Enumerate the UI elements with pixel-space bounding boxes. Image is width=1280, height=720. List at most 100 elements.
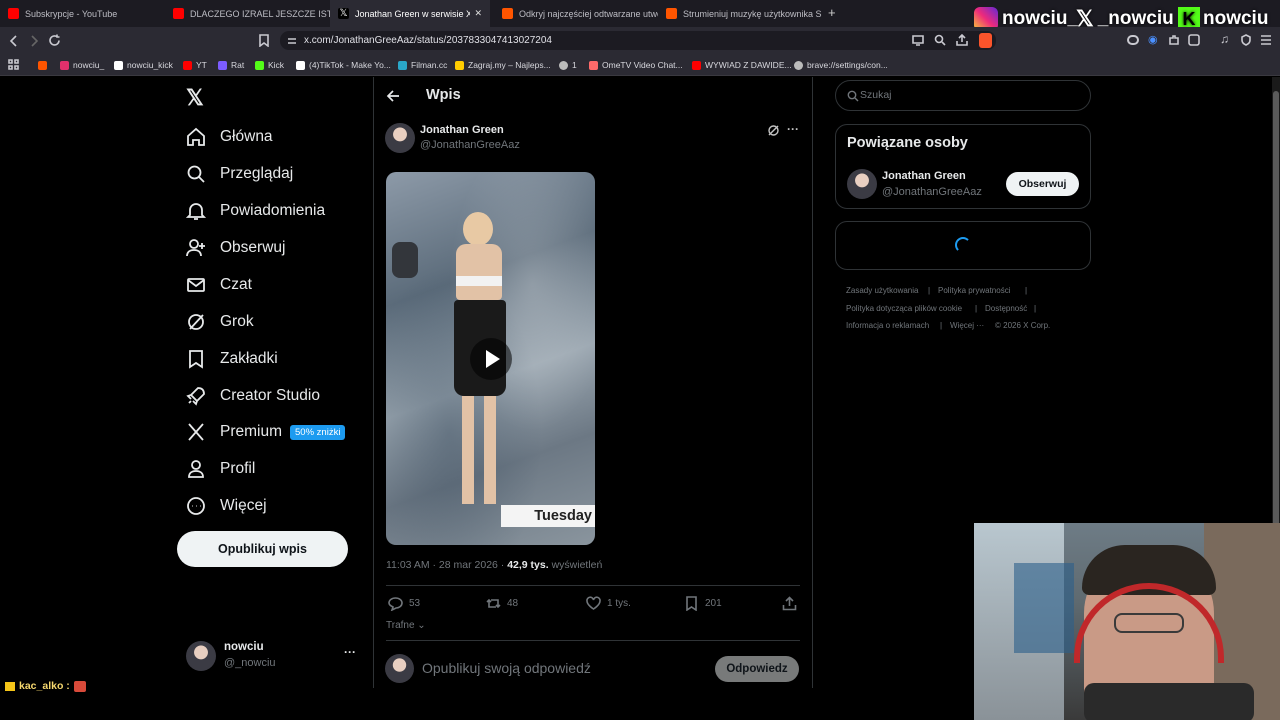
author-avatar[interactable] (385, 123, 415, 153)
divider (386, 640, 800, 641)
footer-link-accessibility[interactable]: Dostępność (985, 304, 1027, 313)
repost-action[interactable]: 48 (486, 596, 518, 611)
privacy-icon[interactable] (1240, 34, 1252, 46)
sidebar-item-profile[interactable]: Profil (186, 459, 255, 479)
grok-icon[interactable] (767, 124, 780, 137)
reply-action[interactable]: 53 (388, 596, 420, 611)
bookmark-item[interactable]: OmeTV Video Chat... (589, 58, 683, 72)
bookmark-item[interactable]: YT (183, 58, 207, 72)
share-icon[interactable] (956, 34, 968, 46)
back-icon[interactable] (8, 35, 20, 47)
tab-x-post[interactable]: 𝕏 Jonathan Green w serwisie X: „ht ✕ (330, 0, 490, 27)
extensions-icon[interactable] (1168, 34, 1180, 46)
bookmark-label: Zagraj.my – Najleps... (468, 60, 551, 70)
post-meta: 11:03 AM · 28 mar 2026 · 42,9 tys. wyświ… (386, 559, 602, 571)
share-action[interactable] (782, 596, 803, 611)
post-timestamp[interactable]: 11:03 AM · 28 mar 2026 · (386, 559, 507, 571)
bookmark-item[interactable]: Filman.cc (398, 58, 447, 72)
sidebar-item-explore[interactable]: Przeglądaj (186, 164, 293, 184)
footer-link-privacy[interactable]: Polityka prywatności (938, 286, 1010, 295)
like-count: 1 tys. (607, 598, 631, 609)
post-video[interactable]: Tuesday (386, 172, 595, 545)
sidebar-item-notifications[interactable]: Powiadomienia (186, 201, 325, 221)
account-menu-icon[interactable]: ··· (344, 645, 356, 659)
related-handle[interactable]: @JonathanGreeAaz (882, 186, 982, 198)
tab-soundcloud-stream[interactable]: Strumieniuj muzykę użytkownika SFW (658, 0, 822, 27)
post-button[interactable]: Opublikuj wpis (177, 531, 348, 567)
bookmark-item[interactable]: 1 (559, 58, 577, 72)
chat-username: kac_alko : (19, 680, 70, 692)
cast-icon[interactable] (912, 35, 924, 46)
bookmark-item[interactable] (38, 58, 51, 72)
home-icon (187, 127, 205, 146)
author-name[interactable]: Jonathan Green (420, 124, 504, 136)
tab-title: Subskrypcje - YouTube (25, 8, 118, 19)
close-icon[interactable]: ✕ (474, 8, 482, 19)
apps-grid-icon[interactable] (8, 59, 19, 70)
reply-button[interactable]: Odpowiedz (715, 656, 799, 682)
sidebar-item-creator-studio[interactable]: Creator Studio (186, 386, 320, 406)
menu-icon[interactable] (1260, 34, 1272, 46)
sidebar-item-follow[interactable]: Obserwuj (186, 238, 285, 258)
author-handle[interactable]: @JonathanGreeAaz (420, 139, 520, 151)
music-icon[interactable]: ♫ (1220, 32, 1229, 46)
sidebar-item-chat[interactable]: Czat (186, 275, 252, 295)
bookmarks-bar: nowciu_ nowciu_kick YT Rat Kick (4)TikTo… (0, 54, 1280, 76)
x-logo-icon[interactable]: 𝕏 (186, 85, 204, 111)
sidebar-toggle-icon[interactable] (1188, 34, 1200, 46)
related-avatar[interactable] (847, 169, 877, 199)
premium-discount-badge: 50% zniżki (290, 424, 346, 440)
tab-youtube-video[interactable]: DLACZEGO IZRAEL JESZCZE ISTNIEJE (165, 0, 330, 27)
follow-button[interactable]: Obserwuj (1006, 172, 1079, 196)
brave-shield-icon[interactable] (979, 33, 992, 48)
sidebar-item-grok[interactable]: Grok (186, 312, 254, 332)
reload-icon[interactable] (48, 34, 61, 47)
post-menu-icon[interactable]: ··· (787, 122, 799, 136)
sidebar-item-label: Główna (220, 128, 273, 145)
sort-dropdown[interactable]: Trafne ⌄ (386, 620, 426, 631)
wallet-icon[interactable]: ◉ (1148, 33, 1158, 46)
sidebar-item-label: Profil (220, 460, 256, 477)
play-button[interactable] (470, 338, 512, 380)
footer-link-more[interactable]: Więcej ··· (950, 321, 984, 330)
forward-icon[interactable] (28, 35, 40, 47)
bookmark-item[interactable]: WYWIAD Z DAWIDE... (692, 58, 792, 72)
new-tab-button[interactable]: + (828, 5, 836, 20)
bookmark-item[interactable]: nowciu_ (60, 58, 104, 72)
sidebar-item-more[interactable]: Więcej (186, 496, 267, 516)
footer-link-ads[interactable]: Informacja o reklamach (846, 321, 929, 330)
bookmark-item[interactable]: Kick (255, 58, 284, 72)
bookmark-item[interactable]: nowciu_kick (114, 58, 173, 72)
related-name[interactable]: Jonathan Green (882, 170, 966, 182)
search-input[interactable]: Szukaj (835, 80, 1091, 111)
bookmark-item[interactable]: (4)TikTok - Make Yo... (296, 58, 391, 72)
sidebar-item-bookmarks[interactable]: Zakładki (186, 349, 278, 369)
bookmark-item[interactable]: Zagraj.my – Najleps... (455, 58, 551, 72)
back-arrow-icon[interactable] (386, 89, 400, 103)
sidebar-item-premium[interactable]: Premium 50% zniżki (186, 422, 346, 442)
zoom-icon[interactable] (934, 34, 946, 46)
tab-soundcloud-discover[interactable]: Odkryj najczęściej odtwarzane utwor (494, 0, 658, 27)
sidebar-item-home[interactable]: Główna (186, 127, 273, 147)
bookmark-item[interactable]: brave://settings/con... (794, 58, 888, 72)
reply-input[interactable]: Opublikuj swoją odpowiedź (422, 660, 591, 676)
bookmark-item[interactable]: Rat (218, 58, 244, 72)
page-title: Wpis (426, 87, 461, 103)
footer-separator: | (975, 304, 978, 313)
vpn-icon[interactable] (1127, 35, 1139, 45)
bookmark-label: Kick (268, 60, 285, 70)
site-settings-icon[interactable] (287, 36, 297, 46)
footer-link-terms[interactable]: Zasady użytkowania (846, 286, 918, 295)
footer-link-cookies[interactable]: Polityka dotycząca plików cookie (846, 304, 962, 313)
heart-icon (586, 596, 601, 610)
like-action[interactable]: 1 tys. (586, 596, 631, 611)
bookmark-page-icon[interactable] (258, 34, 270, 47)
bookmark-action[interactable]: 201 (684, 596, 722, 611)
soundcloud-icon (502, 8, 513, 19)
account-switcher[interactable]: nowciu @_nowciu ··· (178, 637, 370, 677)
url-bar[interactable]: x.com/JonathanGreeAaz/status/20378330474… (280, 31, 996, 50)
tab-youtube-subscriptions[interactable]: Subskrypcje - YouTube (0, 0, 165, 27)
account-handle: @_nowciu (224, 657, 276, 669)
scrollbar-thumb[interactable] (1273, 91, 1279, 531)
repost-count: 48 (507, 598, 519, 609)
